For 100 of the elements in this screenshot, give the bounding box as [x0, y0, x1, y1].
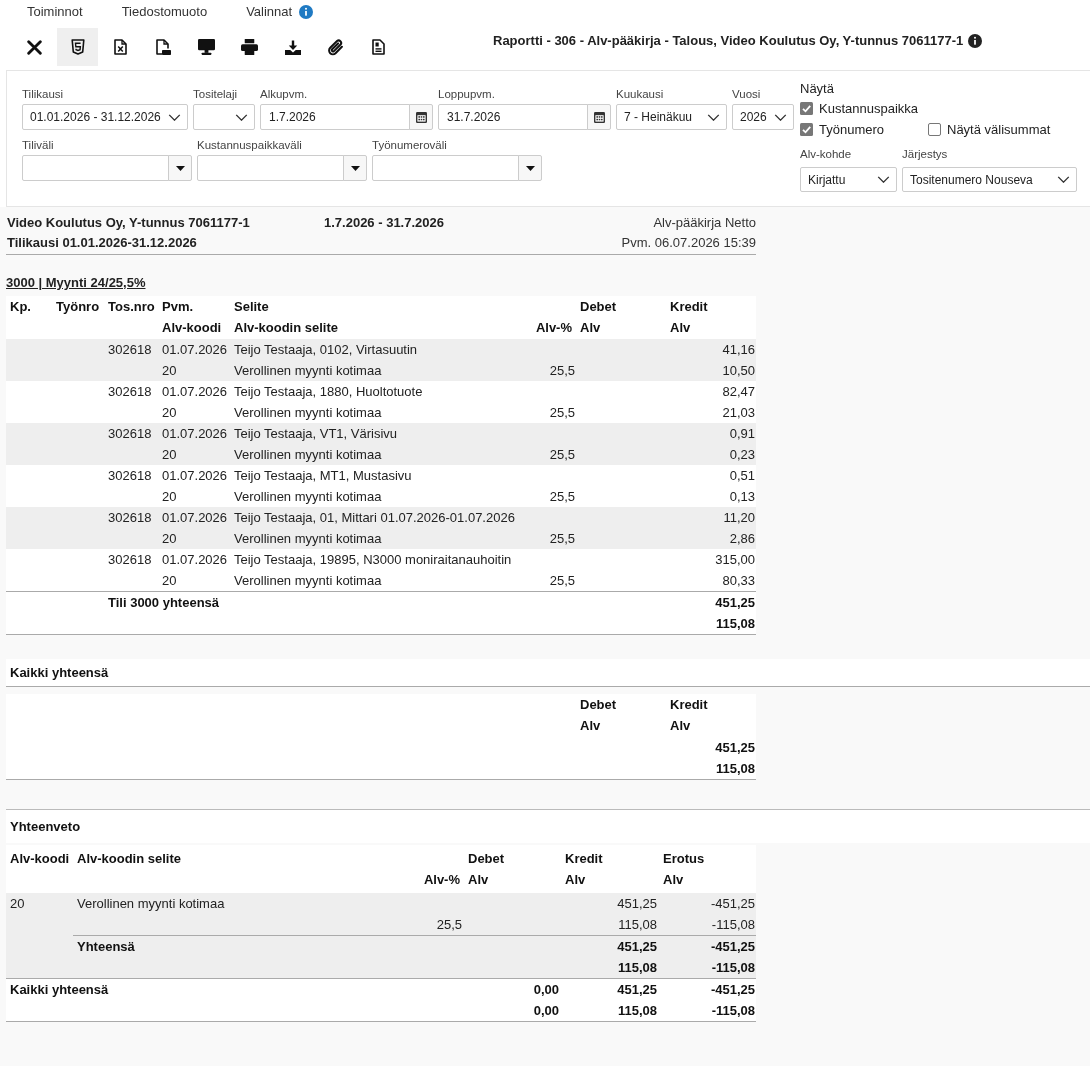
chevron-down-icon — [774, 113, 787, 121]
table-cell: -451,25 — [659, 892, 756, 914]
column-header: Alv-% — [400, 868, 464, 893]
total-cell: -115,08 — [659, 999, 756, 1021]
column-header: Alv-koodi — [158, 316, 230, 339]
table-cell: 115,08 — [561, 913, 659, 935]
html-button[interactable] — [57, 28, 98, 66]
table-cell: 20 — [158, 485, 230, 507]
checkbox-label: Näytä välisummat — [947, 121, 1051, 138]
table-cell: 451,25 — [561, 892, 659, 914]
table-cell: 01.07.2026 — [158, 548, 230, 570]
total-cell: 115,08 — [666, 612, 756, 634]
table-cell: 01.07.2026 — [158, 338, 230, 360]
input-field[interactable] — [372, 155, 519, 181]
fiscal-period: Tilikausi 01.01.2026-31.12.2026 — [7, 235, 197, 251]
report-period: 1.7.2026 - 31.7.2026 — [324, 215, 444, 231]
input-field[interactable] — [22, 155, 169, 181]
table-cell: 2,86 — [666, 527, 756, 549]
table-cell: 01.07.2026 — [158, 464, 230, 486]
close-icon — [27, 39, 42, 55]
table-cell: 302618 — [104, 506, 158, 528]
column-header: Kredit — [666, 295, 756, 317]
total-cell: 115,08 — [561, 999, 659, 1021]
column-header: Alv — [576, 316, 666, 339]
column-header: Työnro — [52, 295, 104, 317]
checkbox[interactable] — [800, 102, 813, 115]
dropdown-field[interactable]: 2026 — [732, 104, 794, 130]
column-header: Kredit — [561, 844, 659, 869]
total-cell: -451,25 — [659, 935, 756, 957]
column-header: Erotus — [659, 844, 756, 869]
menu-item[interactable]: Valinnat — [246, 3, 293, 21]
field-label: Tositelaji — [193, 87, 238, 102]
table-cell: 20 — [158, 569, 230, 591]
table-cell: 20 — [6, 892, 73, 914]
total-label: Yhteensä — [73, 935, 400, 957]
dropdown-field[interactable]: Tositenumero Nouseva — [902, 167, 1077, 192]
checkbox-label: Kustannuspaikka — [819, 100, 918, 117]
column-header: Alv-koodin selite — [230, 316, 520, 339]
menu-item[interactable]: Toiminnot — [27, 3, 83, 21]
dropdown-field[interactable] — [193, 104, 255, 130]
total-cell: 451,25 — [666, 591, 756, 613]
table-cell: Teijo Testaaja, MT1, Mustasivu — [230, 464, 520, 486]
table-cell: 20 — [158, 443, 230, 465]
table-cell: Teijo Testaaja, 1880, Huoltotuote — [230, 380, 520, 402]
total-label: Tili 3000 yhteensä — [104, 591, 520, 613]
table-cell: 302618 — [104, 338, 158, 360]
calendar-button[interactable] — [409, 104, 433, 130]
table-cell: Verollinen myynti kotimaa — [230, 527, 520, 549]
report-title: Raportti - 306 - Alv-pääkirja - Talous, Video Koulutus Oy, Y-tunnus 7061177-1 — [493, 33, 964, 49]
dropdown-button[interactable] — [343, 155, 367, 181]
column-header: Debet — [464, 844, 561, 869]
table-cell: Verollinen myynti kotimaa — [230, 359, 520, 381]
column-header: Selite — [230, 295, 520, 317]
table-cell: 20 — [158, 527, 230, 549]
table-cell: 302618 — [104, 422, 158, 444]
table-cell: 20 — [158, 401, 230, 423]
field-label: Alkupvm. — [260, 87, 308, 102]
column-header: Kredit — [666, 693, 756, 715]
date-field[interactable]: 1.7.2026 — [260, 104, 410, 130]
column-header: Alv — [561, 868, 659, 893]
total-cell: 451,25 — [561, 978, 659, 1000]
table-cell: 25,5 — [520, 485, 576, 507]
total-cell: 451,25 — [666, 736, 756, 758]
dropdown-field[interactable]: Kirjattu — [800, 167, 897, 192]
column-header: Alv — [464, 868, 561, 893]
field-label: Tilikausi — [22, 87, 64, 102]
input-field[interactable] — [197, 155, 344, 181]
table-cell: 0,13 — [666, 485, 756, 507]
table-cell: 21,03 — [666, 401, 756, 423]
column-header: Alv-% — [520, 316, 576, 339]
calendar-button[interactable] — [587, 104, 611, 130]
table-cell: Verollinen myynti kotimaa — [73, 892, 400, 914]
shield-icon — [70, 39, 85, 55]
menu-item[interactable]: Tiedostomuoto — [121, 3, 208, 21]
table-cell: 41,16 — [666, 338, 756, 360]
table-cell: 25,5 — [520, 359, 576, 381]
field-label: Kustannuspaikkaväli — [197, 138, 302, 153]
section-header: Kaikki yhteensä — [6, 658, 1090, 687]
caret-down-icon — [525, 165, 535, 171]
field-label: Alv-kohde — [800, 147, 852, 162]
table-cell: 82,47 — [666, 380, 756, 402]
table-cell: 302618 — [104, 548, 158, 570]
table-cell: 302618 — [104, 464, 158, 486]
field-label: Kuukausi — [616, 87, 664, 102]
dropdown-button[interactable] — [168, 155, 192, 181]
printer-icon — [241, 39, 258, 55]
date-field[interactable]: 31.7.2026 — [438, 104, 588, 130]
checkbox[interactable] — [928, 123, 941, 136]
table-cell: 25,5 — [520, 401, 576, 423]
field-label: Järjestys — [902, 147, 948, 162]
file-label-icon — [156, 39, 171, 55]
table-cell: 25,5 — [520, 569, 576, 591]
checkbox[interactable] — [800, 123, 813, 136]
dropdown-field[interactable]: 7 - Heinäkuu — [616, 104, 727, 130]
monitor-icon — [198, 39, 215, 55]
column-header: Alv-koodi — [6, 844, 73, 869]
dropdown-button[interactable] — [518, 155, 542, 181]
total-cell: -115,08 — [659, 956, 756, 978]
account-link[interactable]: 3000 | Myynti 24/25,5% — [6, 275, 146, 291]
dropdown-field[interactable]: 01.01.2026 - 31.12.2026 — [22, 104, 188, 130]
